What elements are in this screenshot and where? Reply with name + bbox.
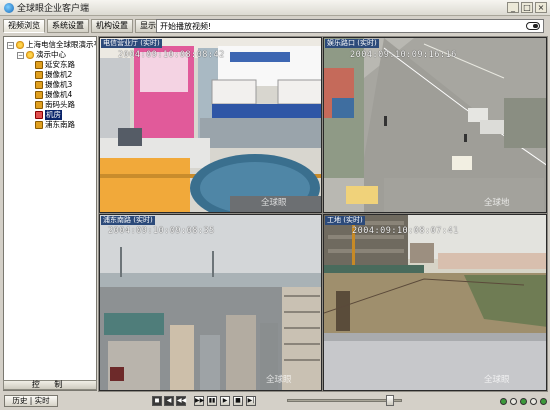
fast-forward-icon[interactable]: ▶▶ (194, 396, 204, 406)
tree-item-label: 摄像机4 (45, 90, 73, 99)
tab-system-settings[interactable]: 系统设置 (47, 19, 89, 33)
app-logo-icon (4, 2, 14, 13)
pane-3-label: 浦东南路 (实时) (101, 216, 155, 225)
playback-slider-thumb[interactable] (386, 395, 394, 406)
pane-1-watermark: 全球眼 (261, 198, 287, 208)
tab-org-settings[interactable]: 机构设置 (91, 19, 133, 33)
tree-item-label: 摄像机3 (45, 80, 73, 89)
tree-item-camera-4[interactable]: 摄像机4 (35, 90, 72, 100)
tree-item-nanmatou-road[interactable]: 南码头路 (35, 100, 75, 110)
history-realtime-toggle[interactable]: 历史 | 实时 (4, 395, 58, 407)
collapse-icon[interactable]: − (7, 41, 14, 49)
stop-icon[interactable]: ■ (233, 396, 243, 406)
camera-icon (35, 71, 43, 79)
video-pane-1[interactable]: 电信营业厅 (实时) 2004:09:10:08:08:42 全球眼 (99, 37, 322, 213)
status-indicators (500, 398, 547, 405)
app-window: 全球眼企业客户端 _ □ × 视频浏览 系统设置 机构设置 显示墙 开始播放视频… (0, 0, 550, 410)
tree-item-camera-3[interactable]: 摄像机3 (35, 80, 72, 90)
tree-item-server-room[interactable]: 机房 (35, 110, 62, 120)
pane-2-watermark: 全球地 (484, 198, 510, 208)
camera-icon (35, 101, 43, 109)
pane-2-timestamp: 2004:09:10:09:16:16 (350, 50, 457, 60)
rewind-icon[interactable]: ◀◀ (176, 396, 186, 406)
status-dot-green (500, 398, 507, 405)
video-pane-4[interactable]: 工地 (实时) 2004:09:10:08:07:41 全球眼 (323, 214, 547, 391)
collapse-icon[interactable]: − (17, 51, 24, 59)
pane-1-label: 电信营业厅 (实时) (101, 39, 162, 48)
pane-3-watermark: 全球眼 (266, 375, 292, 385)
tree-item-label-selected: 机房 (45, 110, 62, 120)
video-pane-3[interactable]: 浦东南路 (实时) 2004:09:10:09:08:35 全球眼 (99, 214, 322, 391)
video-grid: 电信营业厅 (实时) 2004:09:10:08:08:42 全球眼 娱乐路口 … (98, 36, 548, 392)
video-frame-3 (100, 215, 321, 390)
playback-slider[interactable] (287, 399, 402, 402)
camera-icon (35, 91, 43, 99)
record-icon[interactable]: ◼ (152, 396, 162, 406)
status-bar: 历史 | 实时 ◼ ◀ ◀◀ ▶▶ ▮▮ ▶ ■ ▶| (0, 392, 550, 410)
folder-icon (26, 51, 34, 59)
device-tree: − 上海电信全球眼演示平 − 演示中心 延安东路 摄像机2 摄像机3 摄像机4 … (3, 36, 97, 391)
pane-3-timestamp: 2004:09:10:09:08:35 (108, 226, 215, 236)
camera-icon (35, 61, 43, 69)
prev-frame-icon[interactable]: ◀ (164, 396, 174, 406)
tree-group[interactable]: − 演示中心 (17, 50, 66, 60)
camera-icon (35, 81, 43, 89)
notice-scroll-toggle[interactable] (526, 22, 540, 30)
video-frame-4 (324, 215, 546, 390)
control-panel-toggle[interactable]: 控 制 (3, 380, 97, 390)
tree-item-pudong-south-road[interactable]: 浦东南路 (35, 120, 75, 130)
video-pane-2[interactable]: 娱乐路口 (实时) 2004:09:10:09:16:16 全球地 (323, 37, 547, 213)
maximize-button[interactable]: □ (521, 2, 533, 13)
status-dot-green (520, 398, 527, 405)
tree-item-camera-2[interactable]: 摄像机2 (35, 70, 72, 80)
pane-4-watermark: 全球眼 (484, 375, 510, 385)
pane-1-timestamp: 2004:09:10:08:08:42 (118, 50, 225, 60)
status-dot-green (540, 398, 547, 405)
minimize-button[interactable]: _ (507, 2, 519, 13)
window-title: 全球眼企业客户端 (17, 4, 90, 14)
pane-4-label: 工地 (实时) (325, 216, 365, 225)
network-icon (16, 41, 24, 49)
status-dot-white (530, 398, 537, 405)
notice-text: 开始播放视频! (160, 21, 212, 31)
camera-icon (35, 111, 43, 119)
tree-root[interactable]: − 上海电信全球眼演示平 (7, 40, 97, 50)
tree-item-label: 摄像机2 (45, 70, 73, 79)
next-frame-icon[interactable]: ▶| (246, 396, 256, 406)
play-icon[interactable]: ▶ (220, 396, 230, 406)
tree-root-label: 上海电信全球眼演示平 (26, 40, 97, 49)
tab-video-browse[interactable]: 视频浏览 (3, 19, 45, 33)
tree-item-yanan-road[interactable]: 延安东路 (35, 60, 75, 70)
camera-icon (35, 121, 43, 129)
pane-2-label: 娱乐路口 (实时) (325, 39, 379, 48)
status-dot-white (510, 398, 517, 405)
video-frame-2 (324, 38, 546, 212)
window-controls: _ □ × (507, 2, 547, 13)
close-button[interactable]: × (535, 2, 547, 13)
video-frame-1 (100, 38, 321, 212)
title-bar: 全球眼企业客户端 _ □ × (0, 0, 550, 16)
tree-item-label: 南码头路 (45, 100, 75, 109)
pane-4-timestamp: 2004:09:10:08:07:41 (352, 226, 459, 236)
tree-item-label: 浦东南路 (45, 120, 75, 129)
pause-icon[interactable]: ▮▮ (207, 396, 217, 406)
notice-bar: 开始播放视频! (156, 19, 544, 33)
tree-group-label: 演示中心 (36, 50, 66, 59)
tree-item-label: 延安东路 (45, 60, 75, 69)
